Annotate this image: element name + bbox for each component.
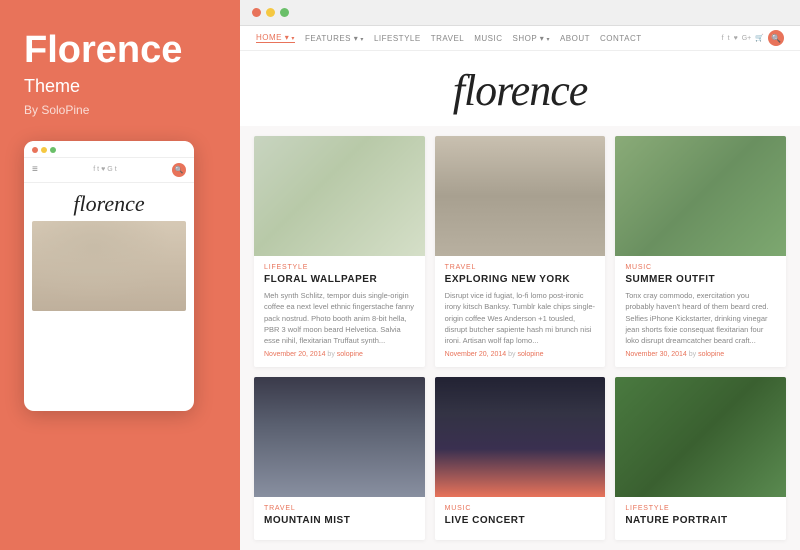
card-image-3 <box>615 136 786 256</box>
card-text-3: Tonx cray commodo, exercitation you prob… <box>625 290 776 346</box>
browser-dot-red <box>252 8 261 17</box>
nav-about[interactable]: ABOUT <box>560 34 590 43</box>
theme-byline: By SoloPine <box>24 103 216 117</box>
theme-title: Florence <box>24 30 216 72</box>
card-text-1: Meh synth Schlitz, tempor duis single-or… <box>264 290 415 346</box>
card-image-6 <box>615 377 786 497</box>
nav-social-icon-2: t <box>728 35 730 42</box>
card-meta-3: November 30, 2014 by solopine <box>625 351 776 358</box>
card-body-5: MUSIC LIVE CONCERT <box>435 497 606 540</box>
card-image-4 <box>254 377 425 497</box>
blog-grid: LIFESTYLE FLORAL WALLPAPER Meh synth Sch… <box>240 126 800 550</box>
twitter-icon: f <box>93 166 95 173</box>
mobile-hero-image <box>32 221 186 311</box>
card-title-4[interactable]: MOUNTAIN MIST <box>264 515 415 526</box>
card-date-1: November 20, 2014 <box>264 351 325 358</box>
card-body-6: LIFESTYLE NATURE PORTRAIT <box>615 497 786 540</box>
card-title-2[interactable]: EXPLORING NEW YORK <box>445 274 596 285</box>
mobile-search-button[interactable]: 🔍 <box>172 163 186 177</box>
card-image-2 <box>435 136 606 256</box>
nav-contact[interactable]: CONTACT <box>600 34 642 43</box>
card-author-2[interactable]: solopine <box>517 351 543 358</box>
mobile-dot-yellow <box>41 147 47 153</box>
browser-chrome <box>240 0 800 26</box>
card-title-3[interactable]: SUMMER OUTFIT <box>625 274 776 285</box>
site-logo-area: florence <box>240 51 800 126</box>
nav-home[interactable]: HOME ▾ <box>256 33 295 43</box>
nav-search-button[interactable]: 🔍 <box>768 30 784 46</box>
mobile-img-inner <box>32 221 186 311</box>
nav-travel[interactable]: TRAVEL <box>431 34 465 43</box>
card-image-1 <box>254 136 425 256</box>
mobile-logo-area: florence <box>24 183 194 221</box>
nav-cart-icon: 🛒 <box>755 34 764 42</box>
nav-right: f t ♥ G+ 🛒 🔍 <box>722 30 784 46</box>
card-author-1[interactable]: solopine <box>337 351 363 358</box>
right-panel: HOME ▾ FEATURES ▾ LIFESTYLE TRAVEL MUSIC… <box>240 0 800 550</box>
nav-music[interactable]: MUSIC <box>474 34 502 43</box>
nav-shop[interactable]: SHOP ▾ <box>513 34 550 43</box>
card-category-4: TRAVEL <box>264 505 415 512</box>
card-date-3: November 30, 2014 <box>625 351 686 358</box>
mobile-preview: ≡ f t ♥ G t 🔍 florence <box>24 141 194 411</box>
blog-card-6: LIFESTYLE NATURE PORTRAIT <box>615 377 786 540</box>
nav-features[interactable]: FEATURES ▾ <box>305 34 364 43</box>
card-body-4: TRAVEL MOUNTAIN MIST <box>254 497 425 540</box>
mobile-dot-green <box>50 147 56 153</box>
card-text-2: Disrupt vice id fugiat, lo-fi lomo post-… <box>445 290 596 346</box>
site-logo: florence <box>240 65 800 116</box>
site-nav: HOME ▾ FEATURES ▾ LIFESTYLE TRAVEL MUSIC… <box>240 26 800 51</box>
mobile-logo: florence <box>34 191 184 217</box>
left-panel: Florence Theme By SoloPine ≡ f t ♥ G t 🔍… <box>0 0 240 550</box>
blog-card-2: TRAVEL EXPLORING NEW YORK Disrupt vice i… <box>435 136 606 367</box>
mobile-topbar <box>24 141 194 158</box>
google-icon: G <box>107 166 112 173</box>
card-category-2: TRAVEL <box>445 264 596 271</box>
blog-card-1: LIFESTYLE FLORAL WALLPAPER Meh synth Sch… <box>254 136 425 367</box>
nav-social-icon-3: ♥ <box>734 35 738 42</box>
card-title-5[interactable]: LIVE CONCERT <box>445 515 596 526</box>
card-body-1: LIFESTYLE FLORAL WALLPAPER Meh synth Sch… <box>254 256 425 367</box>
card-category-3: MUSIC <box>625 264 776 271</box>
nav-links: HOME ▾ FEATURES ▾ LIFESTYLE TRAVEL MUSIC… <box>256 33 642 43</box>
card-body-3: MUSIC SUMMER OUTFIT Tonx cray commodo, e… <box>615 256 786 367</box>
mobile-social-icons: f t ♥ G t <box>93 166 116 173</box>
card-category-1: LIFESTYLE <box>264 264 415 271</box>
pinterest-icon: ♥ <box>101 166 105 173</box>
card-meta-1: November 20, 2014 by solopine <box>264 351 415 358</box>
mobile-nav: ≡ f t ♥ G t 🔍 <box>24 158 194 183</box>
nav-social-icon-4: G+ <box>742 35 752 42</box>
card-title-6[interactable]: NATURE PORTRAIT <box>625 515 776 526</box>
nav-lifestyle[interactable]: LIFESTYLE <box>374 34 421 43</box>
card-title-1[interactable]: FLORAL WALLPAPER <box>264 274 415 285</box>
browser-dot-green <box>280 8 289 17</box>
mobile-dot-red <box>32 147 38 153</box>
nav-twitter-icon: f <box>722 35 724 42</box>
card-meta-2: November 20, 2014 by solopine <box>445 351 596 358</box>
card-author-3[interactable]: solopine <box>698 351 724 358</box>
theme-subtitle: Theme <box>24 76 216 97</box>
card-image-5 <box>435 377 606 497</box>
card-body-2: TRAVEL EXPLORING NEW YORK Disrupt vice i… <box>435 256 606 367</box>
card-category-5: MUSIC <box>445 505 596 512</box>
mobile-content <box>24 221 194 319</box>
hamburger-icon[interactable]: ≡ <box>32 164 38 175</box>
blog-card-3: MUSIC SUMMER OUTFIT Tonx cray commodo, e… <box>615 136 786 367</box>
blog-card-4: TRAVEL MOUNTAIN MIST <box>254 377 425 540</box>
instagram-icon: t <box>97 166 99 173</box>
card-date-2: November 20, 2014 <box>445 351 506 358</box>
browser-dot-yellow <box>266 8 275 17</box>
blog-card-5: MUSIC LIVE CONCERT <box>435 377 606 540</box>
card-category-6: LIFESTYLE <box>625 505 776 512</box>
tumblr-icon: t <box>115 166 117 173</box>
